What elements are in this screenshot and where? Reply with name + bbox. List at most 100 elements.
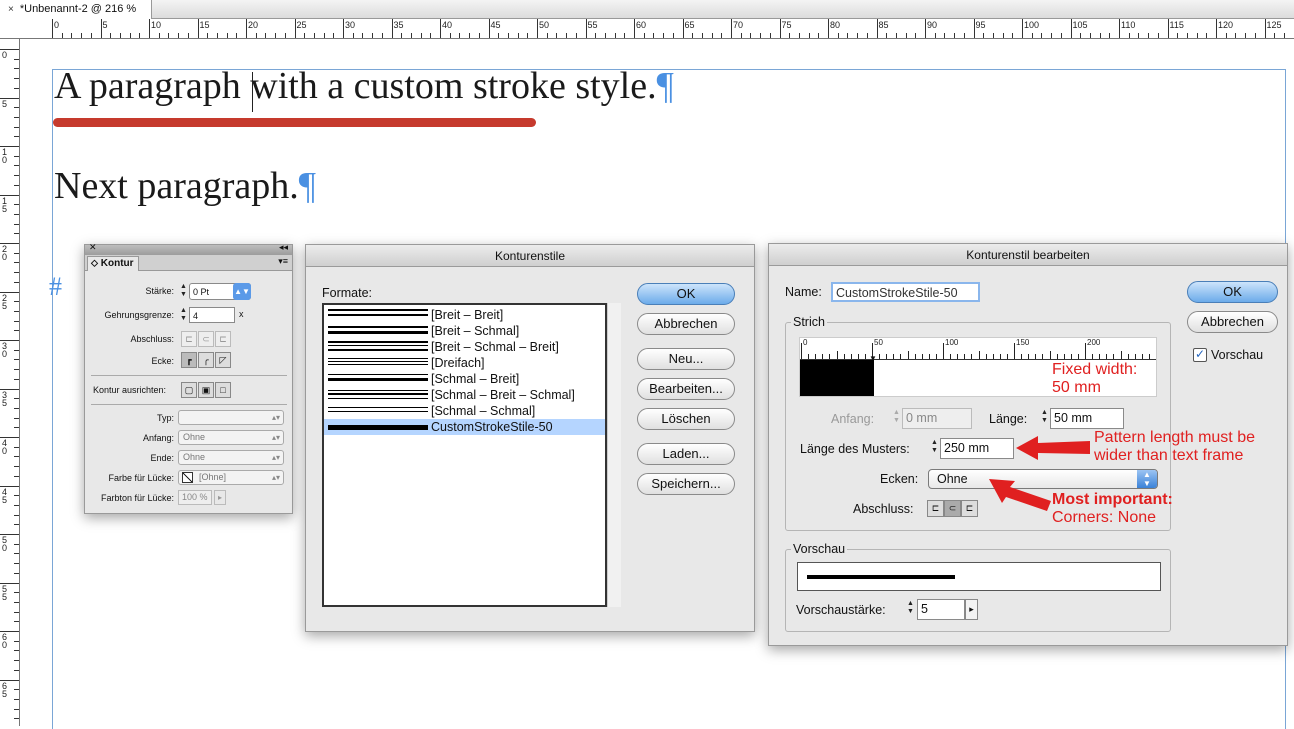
style-list-item[interactable]: [Schmal – Breit]: [324, 371, 605, 387]
konturenstile-title: Konturenstile: [306, 245, 754, 267]
align-center-icon[interactable]: ▢: [181, 382, 197, 398]
farbton-arrow-icon[interactable]: ▸: [214, 490, 226, 505]
collapse-panel-icon[interactable]: ◂◂: [279, 242, 288, 253]
strich-group-label: Strich: [791, 315, 827, 329]
name-input[interactable]: CustomStrokeStile-50: [831, 282, 980, 302]
style-list-item-label: [Schmal – Breit]: [431, 372, 520, 386]
gehrung-stepper-icon[interactable]: ▲ ▼: [178, 307, 189, 325]
cap-round-icon[interactable]: ⊂: [198, 331, 214, 347]
ruler-v-label: 50: [2, 535, 8, 553]
speichern-button[interactable]: Speichern...: [637, 473, 735, 495]
no-color-swatch-icon: [182, 472, 193, 483]
ruler-h-label: 5: [102, 20, 108, 30]
style-list-item[interactable]: [Breit – Schmal]: [324, 323, 605, 339]
vorschaustaerke-input[interactable]: 5: [917, 599, 965, 620]
ruler-v-label: 0: [2, 50, 8, 60]
farbe-select[interactable]: [Ohne] ▴▾: [178, 470, 284, 485]
close-tab-icon[interactable]: ×: [8, 4, 14, 15]
pattern-ruler-label: 50: [874, 338, 883, 347]
style-list-item[interactable]: [Dreifach]: [324, 355, 605, 371]
muster-input[interactable]: 250 mm: [940, 438, 1014, 459]
panel-titlebar[interactable]: ✕ ◂◂: [85, 242, 292, 255]
ok-button[interactable]: OK: [637, 283, 735, 305]
abbrechen-button[interactable]: Abbrechen: [637, 313, 735, 335]
ende-select[interactable]: Ohne ▴▾: [178, 450, 284, 465]
paragraph-1[interactable]: A paragraph with a custom stroke style.¶: [54, 64, 674, 108]
anfang-input[interactable]: 0 mm: [902, 408, 972, 429]
style-list-item[interactable]: [Breit – Breit]: [324, 307, 605, 323]
paragraph-2[interactable]: Next paragraph.¶: [54, 164, 316, 208]
cap-square-icon[interactable]: ⊏: [215, 331, 231, 347]
ruler-h-label: 100: [1024, 20, 1040, 30]
ruler-h-label: 30: [345, 20, 356, 30]
horizontal-ruler[interactable]: 0 5 10 15 20 25 30 35 40 45 50 55 60 65 70 75 80 85 90 95 10…: [0, 19, 1294, 39]
laenge-input[interactable]: 50 mm: [1050, 408, 1124, 429]
join-miter-icon[interactable]: ┏: [181, 352, 197, 368]
muster-stepper-icon[interactable]: ▲ ▼: [929, 439, 940, 457]
cap-butt-icon[interactable]: ⊏: [927, 500, 944, 517]
gehrung-input[interactable]: 4: [189, 307, 235, 323]
tab-kontur[interactable]: ⬦ Kontur: [87, 256, 139, 271]
annotation-arrow-pattern-icon: [1016, 436, 1090, 460]
document-tab-title: *Unbenannt-2 @ 216 %: [19, 3, 137, 15]
ecken-label: Ecken:: [880, 472, 919, 486]
vorschaustaerke-arrow-icon[interactable]: ▸: [965, 599, 978, 620]
align-inside-icon[interactable]: ▣: [198, 382, 214, 398]
cap-butt-icon[interactable]: ⊏: [181, 331, 197, 347]
vorschau-checkbox[interactable]: ✓: [1193, 348, 1207, 362]
neu-button[interactable]: Neu...: [637, 348, 735, 370]
farbton-input[interactable]: 100 %: [178, 490, 212, 505]
laden-button[interactable]: Laden...: [637, 443, 735, 465]
abschluss-label: Abschluss:: [130, 334, 174, 344]
styles-list-scrollbar[interactable]: [607, 303, 621, 607]
close-panel-icon[interactable]: ✕: [89, 242, 97, 253]
cap-square-icon[interactable]: ⊏: [961, 500, 978, 517]
document-tab[interactable]: × *Unbenannt-2 @ 216 %: [0, 0, 152, 19]
annotation-fixed-width: Fixed width: 50 mm: [1052, 361, 1138, 396]
ruler-v-label: 65: [2, 680, 8, 699]
style-list-item[interactable]: [Schmal – Schmal]: [324, 403, 605, 419]
stroke-swatch-icon: [328, 355, 428, 371]
annotation-corners: Most important: Corners: None: [1052, 491, 1173, 526]
laenge-stepper-icon[interactable]: ▲ ▼: [1039, 409, 1050, 427]
style-list-item[interactable]: [Breit – Schmal – Breit]: [324, 339, 605, 355]
loeschen-button[interactable]: Löschen: [637, 408, 735, 430]
edit-ok-button[interactable]: OK: [1187, 281, 1278, 303]
style-list-item[interactable]: [Schmal – Breit – Schmal]: [324, 387, 605, 403]
vorschaustaerke-stepper-icon[interactable]: ▲ ▼: [905, 600, 916, 618]
paragraph-1-text: A paragraph with a custom stroke style.: [54, 65, 657, 107]
ruler-v-label: 40: [2, 438, 8, 456]
pattern-dash-segment[interactable]: [800, 360, 874, 396]
ruler-h-label: 35: [393, 20, 404, 30]
pilcrow-icon: ¶: [656, 65, 674, 107]
panel-menu-icon[interactable]: ▾≡: [278, 256, 288, 267]
ruler-h-label: 115: [1169, 20, 1184, 30]
ruler-v-label: 55: [2, 583, 8, 602]
text-cursor: [252, 72, 253, 112]
farbe-label: Farbe für Lücke:: [108, 473, 174, 483]
style-list-item-label: [Dreifach]: [431, 356, 485, 370]
typ-select[interactable]: ▴▾: [178, 410, 284, 425]
anfang-select[interactable]: Ohne ▴▾: [178, 430, 284, 445]
join-bevel-icon[interactable]: ◸: [215, 352, 231, 368]
styles-list[interactable]: [Breit – Breit] [Breit – Schmal] [Breit – …: [322, 303, 607, 607]
staerke-stepper-icon[interactable]: ▲ ▼: [178, 283, 189, 301]
edit-abbrechen-button[interactable]: Abbrechen: [1187, 311, 1278, 333]
anfang-stepper-icon[interactable]: ▲ ▼: [891, 409, 902, 427]
staerke-dropdown-icon[interactable]: ▲▼: [233, 283, 251, 300]
align-outside-icon[interactable]: □: [215, 382, 231, 398]
vertical-ruler[interactable]: 0 5 10 15 20 25 30 35 40 45 50 55 60 65: [0, 39, 20, 726]
anfang-label: Anfang:: [142, 433, 174, 443]
join-round-icon[interactable]: ╭: [198, 352, 214, 368]
ruler-v-label: 10: [2, 147, 8, 165]
style-list-item-label: [Breit – Schmal]: [431, 324, 520, 338]
ruler-v-label: 20: [2, 244, 8, 262]
kontur-panel: ✕ ◂◂ ⬦ Kontur ▾≡ Stärke: ▲ ▼ 0 Pt ▲▼ Gehr…: [84, 242, 293, 514]
ecken-dropdown-icon: ▲ ▼: [1137, 470, 1157, 488]
style-list-item[interactable]: CustomStrokeStile-50: [324, 419, 605, 435]
stroke-swatch-icon: [328, 419, 428, 435]
document-tab-bar: × *Unbenannt-2 @ 216 %: [0, 0, 1294, 19]
bearbeiten-button[interactable]: Bearbeiten...: [637, 378, 735, 400]
stroke-swatch-icon: [328, 323, 428, 339]
cap-round-icon[interactable]: ⊂: [944, 500, 961, 517]
